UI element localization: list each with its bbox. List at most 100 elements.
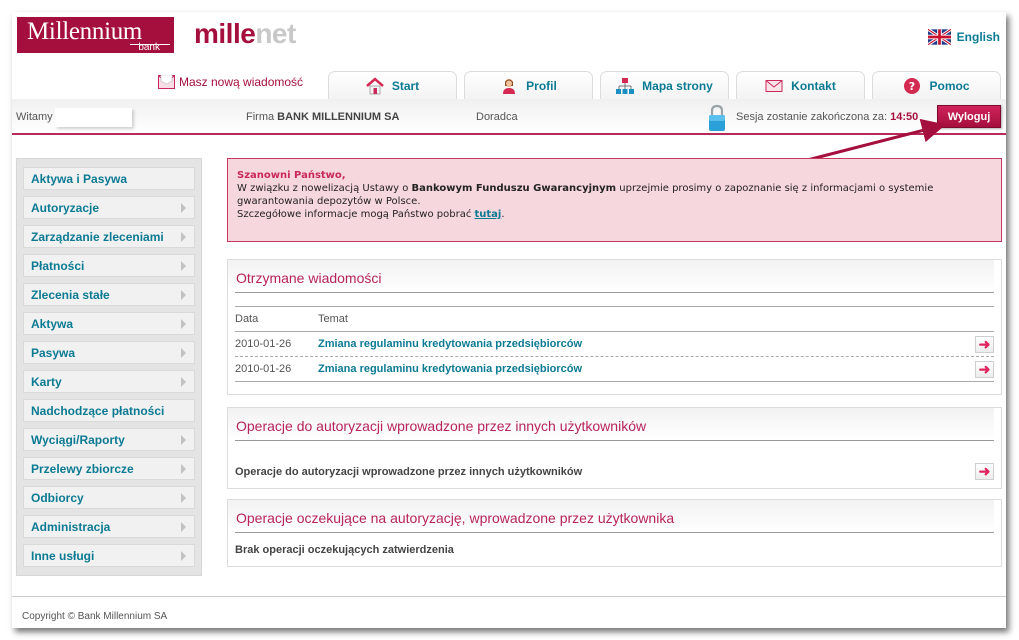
open-message-arrow-icon[interactable]: ➜	[975, 360, 994, 378]
open-message-arrow-icon[interactable]: ➜	[975, 335, 994, 353]
new-message-link[interactable]: Masz nową wiadomość	[158, 75, 303, 89]
lock-icon	[709, 104, 725, 131]
page: Millennium bank millenet English Masz no…	[12, 12, 1006, 628]
tab-start-label: Start	[391, 78, 420, 93]
message-row[interactable]: 2010-01-26 Zmiana regulaminu kredytowani…	[235, 357, 994, 382]
logo-main-text: Millennium	[27, 18, 143, 45]
sidebar-item-label: Inne usługi	[31, 548, 95, 563]
tab-pomoc-label: Pomoc	[929, 78, 970, 93]
notice-line2: Szczegółowe informacje mogą Państwo pobr…	[237, 208, 992, 221]
message-row[interactable]: 2010-01-26 Zmiana regulaminu kredytowani…	[235, 332, 994, 357]
auth-others-panel: Operacje do autoryzacji wprowadzone prze…	[227, 407, 1002, 489]
notice-line1-pre: W związku z nowelizacją Ustawy o	[237, 183, 412, 194]
sidebar-item[interactable]: Karty	[23, 370, 195, 393]
sidebar-item[interactable]: Pasywa	[23, 341, 195, 364]
panel-divider	[235, 292, 994, 293]
sidebar-item[interactable]: Administracja	[23, 515, 195, 538]
chevron-right-icon	[181, 202, 186, 213]
sidebar-item[interactable]: Płatności	[23, 254, 195, 277]
company-label: Firma	[246, 111, 275, 123]
auth-others-row[interactable]: Operacje do autoryzacji wprowadzone prze…	[235, 463, 994, 480]
notice-line2-post: .	[501, 209, 505, 220]
sidebar-item[interactable]: Inne usługi	[23, 544, 195, 567]
panel-divider	[235, 440, 994, 441]
sidebar-item[interactable]: Nadchodzące płatności	[23, 399, 195, 422]
received-messages-title: Otrzymane wiadomości	[228, 260, 994, 292]
tab-kontakt-label: Kontakt	[791, 78, 836, 93]
advisor-label: Doradca	[476, 111, 518, 123]
sidebar-item[interactable]: Aktywa	[23, 312, 195, 335]
session-time: 14:50	[890, 111, 919, 123]
auth-pending-title: Operacje oczekujące na autoryzację, wpro…	[228, 500, 994, 532]
help-icon: ?	[904, 77, 921, 94]
sidebar-item-label: Zarządzanie zleceniami	[31, 229, 164, 244]
chevron-right-icon	[181, 434, 186, 445]
sidebar-item-label: Odbiorcy	[31, 490, 84, 505]
millenet-part2: net	[255, 18, 296, 49]
messages-table-header: Data Temat	[235, 306, 994, 332]
notice-line1-bold: Bankowym Funduszu Gwarancyjnym	[411, 183, 617, 194]
footer-divider	[12, 596, 1006, 597]
millennium-logo[interactable]: Millennium bank	[17, 17, 174, 53]
copyright: Copyright © Bank Millennium SA	[22, 611, 168, 622]
sidebar-item[interactable]: Aktywa i Pasywa	[23, 167, 195, 190]
welcome-label: Witamy	[16, 111, 53, 123]
millenet-logo: millenet	[194, 18, 296, 50]
uk-flag-icon	[927, 29, 951, 45]
main-nav-tabs: Start Profil Mapa strony Kontakt ? Pomoc	[328, 71, 1001, 99]
sidebar-item[interactable]: Przelewy zbiorcze	[23, 457, 195, 480]
tab-profil[interactable]: Profil	[464, 71, 593, 99]
user-bar: Witamy Firma BANK MILLENNIUM SA Doradca …	[12, 99, 1006, 135]
notice-line1: W związku z nowelizacją Ustawy o Bankowy…	[237, 182, 992, 208]
sidebar-item-label: Pasywa	[31, 345, 76, 360]
svg-text:?: ?	[909, 80, 915, 93]
chevron-right-icon	[181, 492, 186, 503]
sidebar-item[interactable]: Zarządzanie zleceniami	[23, 225, 195, 248]
open-auth-others-arrow-icon[interactable]: ➜	[975, 463, 994, 480]
welcome-username	[55, 108, 132, 127]
auth-pending-row-label: Brak operacji oczekujących zatwierdzenia	[235, 544, 454, 556]
message-topic-link[interactable]: Zmiana regulaminu kredytowania przedsięb…	[318, 338, 975, 350]
user-icon	[503, 78, 516, 94]
tab-profil-label: Profil	[526, 78, 557, 93]
message-date: 2010-01-26	[235, 338, 292, 350]
session-timer: Sesja zostanie zakończona za: 14:50	[736, 111, 918, 123]
sidebar-item-label: Przelewy zbiorcze	[31, 461, 134, 476]
message-topic-link[interactable]: Zmiana regulaminu kredytowania przedsięb…	[318, 363, 975, 375]
sidebar-item[interactable]: Autoryzacje	[23, 196, 195, 219]
chevron-right-icon	[181, 521, 186, 532]
bfg-notice: Szanowni Państwo, W związku z nowelizacj…	[227, 158, 1002, 242]
received-messages-panel: Otrzymane wiadomości Data Temat 2010-01-…	[227, 259, 1002, 395]
sidebar-item-label: Nadchodzące płatności	[31, 403, 165, 418]
session-label: Sesja zostanie zakończona za:	[736, 111, 888, 123]
new-message-label: Masz nową wiadomość	[179, 75, 304, 89]
auth-others-row-label: Operacje do autoryzacji wprowadzone prze…	[235, 465, 583, 478]
chevron-right-icon	[181, 260, 186, 271]
envelope-icon	[765, 79, 783, 92]
language-label: English	[956, 30, 1000, 44]
sitemap-icon	[616, 77, 635, 94]
tab-kontakt[interactable]: Kontakt	[736, 71, 865, 99]
language-link-english[interactable]: English	[927, 29, 1000, 45]
tab-pomoc[interactable]: ? Pomoc	[872, 71, 1001, 99]
panel-divider	[235, 532, 994, 533]
company-name: BANK MILLENNIUM SA	[277, 111, 400, 123]
sidebar-item[interactable]: Odbiorcy	[23, 486, 195, 509]
sidebar-menu: Aktywa i Pasywa Autoryzacje Zarządzanie zl…	[16, 158, 202, 576]
tab-mapa-strony-label: Mapa strony	[642, 78, 713, 93]
home-icon	[366, 76, 384, 94]
tab-mapa-strony[interactable]: Mapa strony	[600, 71, 729, 99]
sidebar-item-label: Aktywa	[31, 316, 74, 331]
chevron-right-icon	[181, 318, 186, 329]
chevron-right-icon	[181, 231, 186, 242]
logout-button[interactable]: Wyloguj	[937, 105, 1001, 128]
sidebar-item[interactable]: Zlecenia stałe	[23, 283, 195, 306]
sidebar-item[interactable]: Wyciągi/Raporty	[23, 428, 195, 451]
sidebar-item-label: Autoryzacje	[31, 200, 100, 215]
tab-start[interactable]: Start	[328, 71, 457, 99]
auth-pending-row: Brak operacji oczekujących zatwierdzenia	[235, 544, 994, 556]
company-info: Firma BANK MILLENNIUM SA	[246, 111, 399, 123]
sidebar-item-label: Wyciągi/Raporty	[31, 432, 125, 447]
col-date-header: Data	[235, 313, 259, 325]
notice-download-link[interactable]: tutaj	[475, 209, 502, 220]
